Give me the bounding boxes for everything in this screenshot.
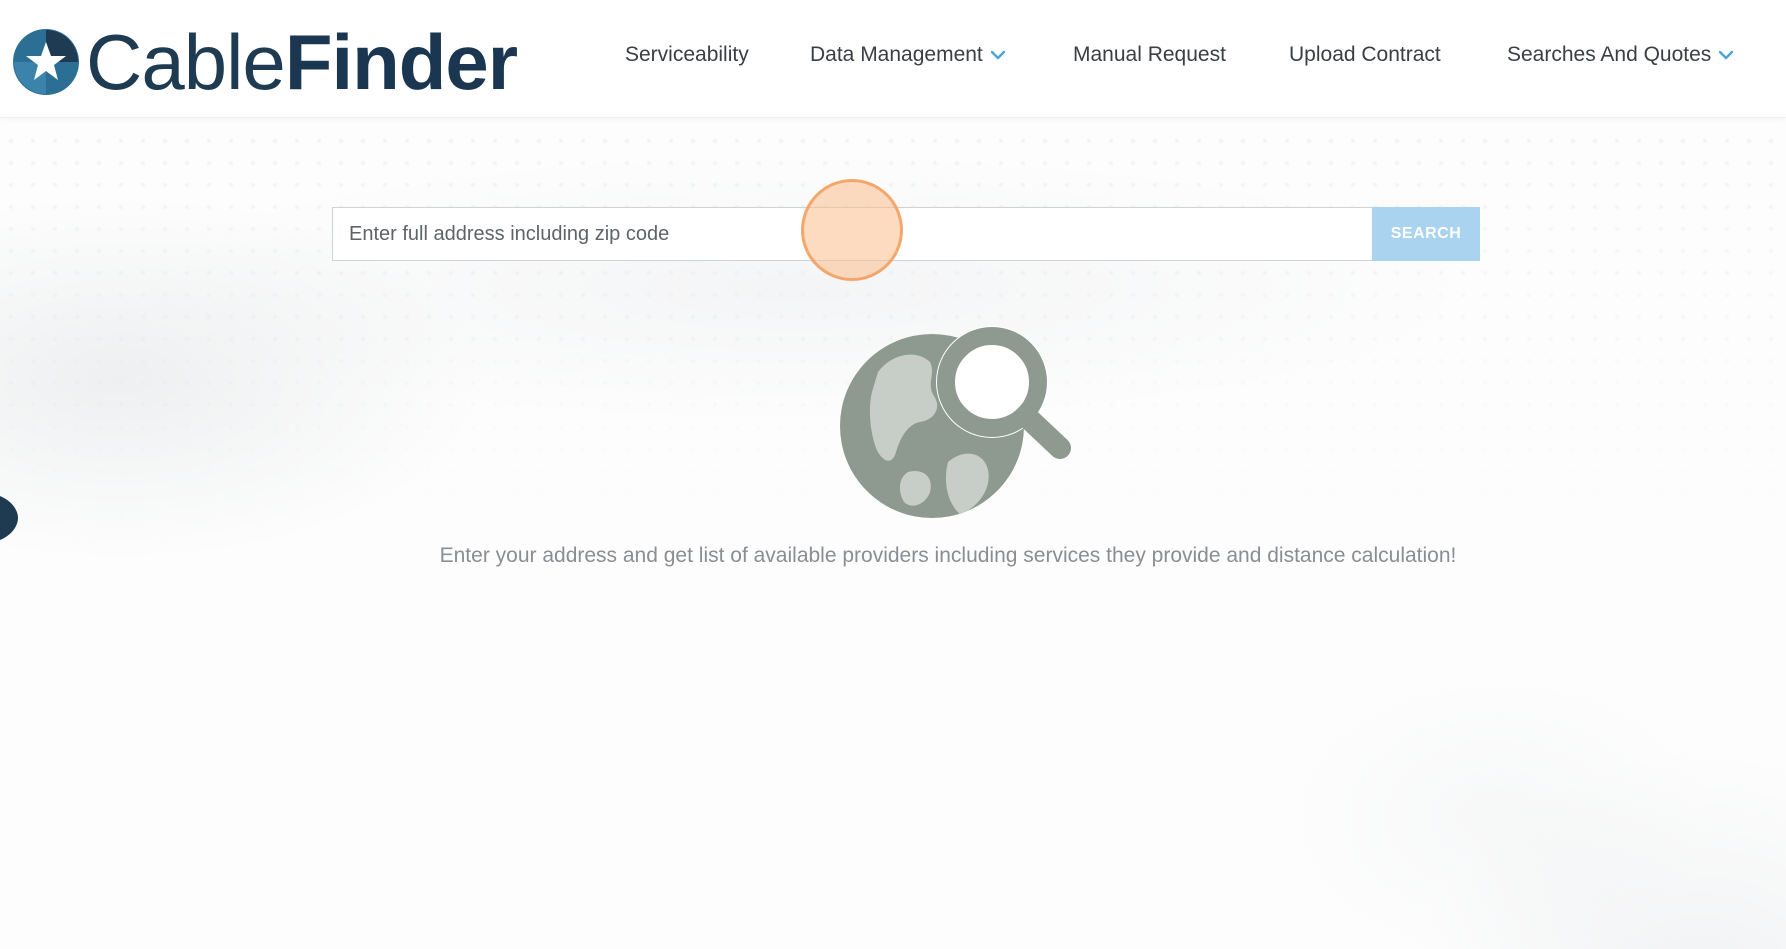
nav-searches-and-quotes-label: Searches And Quotes: [1507, 43, 1712, 66]
globe-search-icon: [840, 326, 1071, 518]
search-hint-text: Enter your address and get list of avail…: [439, 544, 1457, 567]
nav-data-management[interactable]: Data Management: [810, 40, 1007, 70]
nav-upload-contract-label: Upload Contract: [1289, 43, 1441, 66]
main-nav: Serviceability Data Management Manual Re…: [0, 0, 1786, 108]
nav-upload-contract[interactable]: Upload Contract: [1289, 40, 1441, 70]
nav-searches-and-quotes[interactable]: Searches And Quotes: [1507, 40, 1735, 70]
side-tab-handle[interactable]: [0, 496, 20, 540]
nav-serviceability[interactable]: Serviceability: [625, 40, 749, 70]
chevron-down-icon: [1719, 50, 1734, 60]
nav-manual-request-label: Manual Request: [1073, 43, 1226, 66]
address-search-input[interactable]: [332, 207, 1372, 261]
nav-manual-request[interactable]: Manual Request: [1073, 40, 1226, 70]
nav-serviceability-label: Serviceability: [625, 43, 749, 66]
search-button[interactable]: SEARCH: [1372, 207, 1480, 261]
address-search-bar: SEARCH: [332, 207, 1480, 261]
top-navbar: CableFinder Serviceability Data Manageme…: [0, 0, 1786, 118]
nav-data-management-label: Data Management: [810, 43, 983, 66]
chevron-down-icon: [990, 50, 1005, 60]
page: CableFinder Serviceability Data Manageme…: [0, 0, 1786, 949]
